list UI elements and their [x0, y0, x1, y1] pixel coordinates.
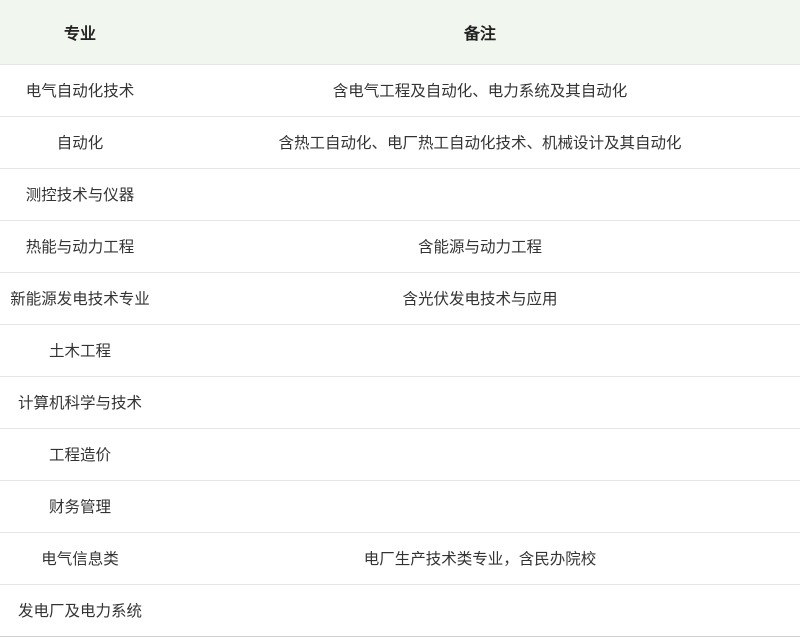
major-cell: 财务管理: [48, 498, 111, 516]
majors-table: 专业 备注 电气自动化技术 含电气工程及自动化、电力系统及其自动化 自动化 含热…: [0, 0, 800, 637]
note-cell: [160, 428, 800, 480]
note-cell: 含电气工程及自动化、电力系统及其自动化: [332, 82, 628, 100]
header-major: 专业: [63, 23, 96, 43]
table-row: 新能源发电技术专业 含光伏发电技术与应用: [0, 272, 800, 324]
note-cell: [160, 584, 800, 636]
note-cell: 电厂生产技术类专业，含民办院校: [363, 550, 597, 568]
major-cell: 计算机科学与技术: [17, 394, 142, 412]
major-cell: 电气信息类: [41, 550, 119, 568]
table-row: 土木工程: [0, 324, 800, 376]
major-cell: 自动化: [56, 134, 104, 152]
note-cell: [160, 480, 800, 532]
major-cell: 土木工程: [48, 342, 111, 360]
table-row: 发电厂及电力系统: [0, 584, 800, 636]
note-cell: 含热工自动化、电厂热工自动化技术、机械设计及其自动化: [278, 134, 682, 152]
table-row: 电气信息类 电厂生产技术类专业，含民办院校: [0, 532, 800, 584]
note-cell: [160, 376, 800, 428]
major-cell: 新能源发电技术专业: [10, 290, 150, 308]
major-cell: 电气自动化技术: [25, 82, 135, 100]
table-row: 计算机科学与技术: [0, 376, 800, 428]
major-cell: 工程造价: [48, 446, 111, 464]
table-header-row: 专业 备注: [0, 0, 800, 64]
note-cell: 含能源与动力工程: [417, 238, 542, 256]
table-row: 热能与动力工程 含能源与动力工程: [0, 220, 800, 272]
note-cell: 含光伏发电技术与应用: [402, 290, 558, 308]
table-row: 工程造价: [0, 428, 800, 480]
note-cell: [160, 168, 800, 220]
header-note: 备注: [463, 23, 496, 43]
major-cell: 发电厂及电力系统: [17, 602, 142, 620]
table-row: 电气自动化技术 含电气工程及自动化、电力系统及其自动化: [0, 64, 800, 116]
table-row: 自动化 含热工自动化、电厂热工自动化技术、机械设计及其自动化: [0, 116, 800, 168]
major-cell: 测控技术与仪器: [25, 186, 135, 204]
major-cell: 热能与动力工程: [25, 238, 135, 256]
note-cell: [160, 324, 800, 376]
table-row: 财务管理: [0, 480, 800, 532]
table-row: 测控技术与仪器: [0, 168, 800, 220]
table-body: 电气自动化技术 含电气工程及自动化、电力系统及其自动化 自动化 含热工自动化、电…: [0, 64, 800, 636]
